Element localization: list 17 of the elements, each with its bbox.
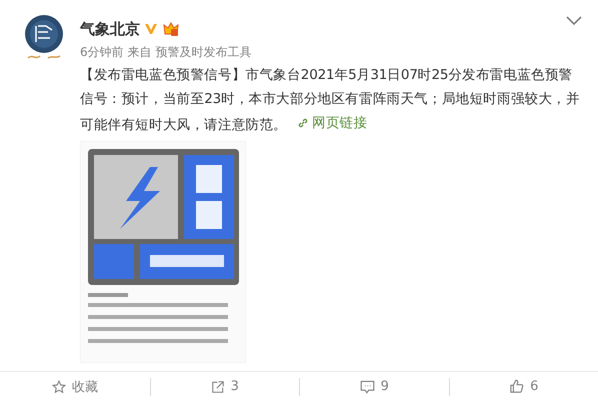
star-icon	[52, 380, 66, 394]
author-name[interactable]: 气象北京	[80, 20, 140, 38]
like-button[interactable]: 6	[448, 378, 598, 396]
comment-icon	[360, 380, 375, 394]
favorite-button[interactable]: 收藏	[0, 378, 150, 396]
web-link[interactable]: 网页链接	[297, 111, 368, 135]
link-icon	[297, 117, 310, 129]
share-icon	[210, 380, 225, 394]
thumbs-up-icon	[509, 379, 524, 394]
comment-button[interactable]: 9	[299, 378, 448, 396]
crown-icon	[162, 21, 180, 37]
chevron-down-icon[interactable]	[566, 16, 582, 26]
source-link[interactable]: 预警及时发布工具	[156, 44, 252, 61]
source-label: 来自	[128, 44, 152, 61]
post-time[interactable]: 6分钟前	[80, 44, 124, 61]
repost-button[interactable]: 3	[150, 378, 299, 396]
post-text: 【发布雷电蓝色预警信号】市气象台2021年5月31日07时25分发布雷电蓝色预警信号：预计，当前至23时，本市大部分地区有雷阵雨天气；局地短时雨强较大，并可能伴有短时大风，请注意防范。 网页链接	[80, 66, 580, 137]
